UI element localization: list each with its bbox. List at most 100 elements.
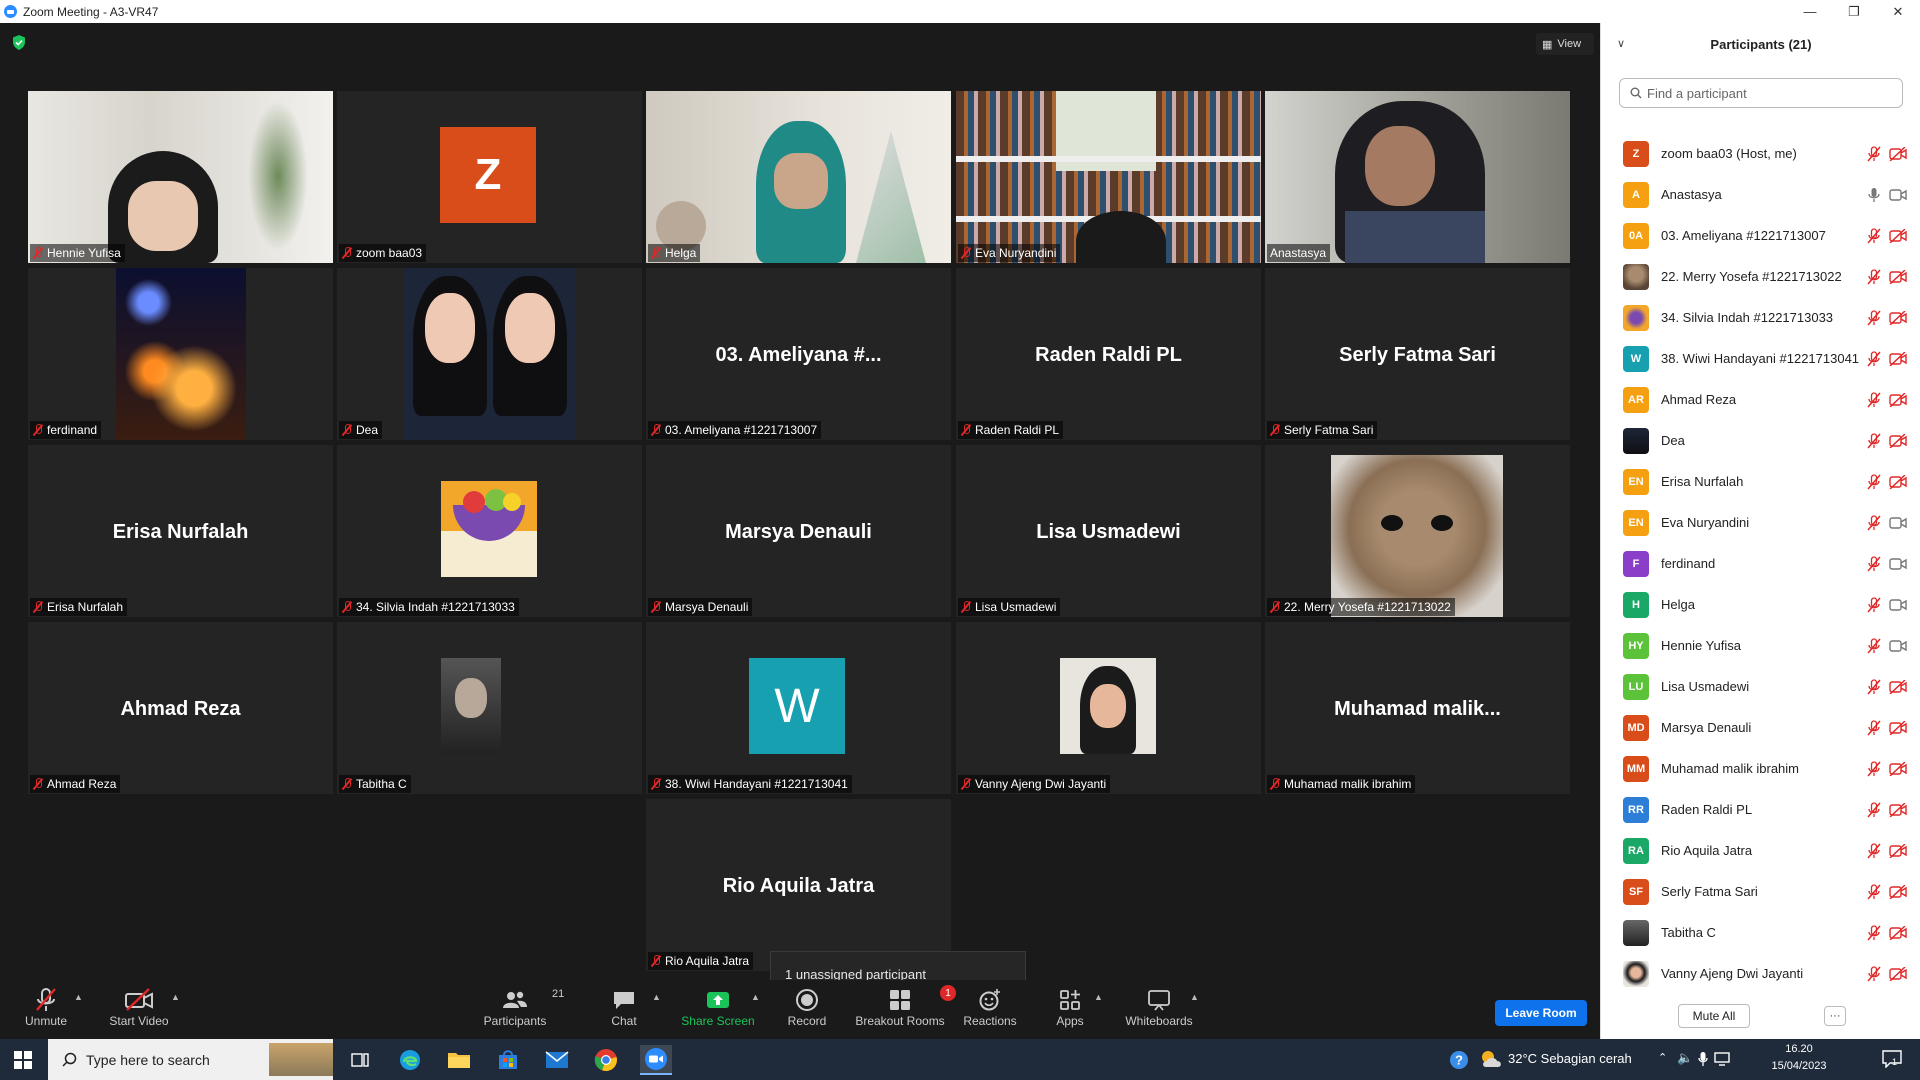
windows-start-icon[interactable] (14, 1051, 32, 1069)
camera-on-icon[interactable] (1889, 516, 1907, 530)
video-tile[interactable]: Muhamad malik... Muhamad malik ibrahim (1265, 622, 1570, 794)
weather-icon[interactable] (1480, 1049, 1504, 1069)
participant-row[interactable]: SF Serly Fatma Sari (1601, 871, 1920, 912)
share-options-caret-icon[interactable]: ▲ (751, 992, 760, 1002)
participant-row[interactable]: Tabitha C (1601, 912, 1920, 953)
start-video-button[interactable]: Start Video (106, 986, 172, 1036)
participant-row[interactable]: EN Eva Nuryandini (1601, 502, 1920, 543)
mic-muted-icon[interactable] (1867, 678, 1881, 695)
video-tile[interactable]: Helga (646, 91, 951, 263)
video-tile[interactable]: Dea (337, 268, 642, 440)
share-screen-button[interactable]: Share Screen (680, 986, 756, 1036)
camera-off-icon[interactable] (1889, 433, 1907, 448)
chat-options-caret-icon[interactable]: ▲ (652, 992, 661, 1002)
mic-muted-icon[interactable] (1867, 268, 1881, 285)
maximize-button[interactable]: ❐ (1832, 0, 1876, 23)
participant-row[interactable]: Dea (1601, 420, 1920, 461)
task-view-icon[interactable] (344, 1045, 376, 1075)
clock-date[interactable]: 15/04/2023 (1764, 1060, 1834, 1072)
video-tile[interactable]: Lisa Usmadewi Lisa Usmadewi (956, 445, 1261, 617)
participants-button[interactable]: 21 Participants (480, 986, 565, 1036)
camera-on-icon[interactable] (1889, 598, 1907, 612)
mic-muted-icon[interactable] (1867, 801, 1881, 818)
audio-options-caret-icon[interactable]: ▲ (74, 992, 83, 1002)
participant-row[interactable]: A Anastasya (1601, 174, 1920, 215)
video-tile[interactable]: Rio Aquila Jatra Rio Aquila Jatra (646, 799, 951, 971)
participant-row[interactable]: 22. Merry Yosefa #1221713022 (1601, 256, 1920, 297)
view-button[interactable]: ▦ View (1536, 33, 1594, 55)
video-tile[interactable]: Raden Raldi PL Raden Raldi PL (956, 268, 1261, 440)
mic-muted-icon[interactable] (1867, 514, 1881, 531)
clock-time[interactable]: 16.20 (1764, 1043, 1834, 1055)
mic-muted-icon[interactable] (1867, 555, 1881, 572)
mute-all-button[interactable]: Mute All (1678, 1004, 1750, 1028)
mic-muted-icon[interactable] (1867, 637, 1881, 654)
camera-off-icon[interactable] (1889, 802, 1907, 817)
camera-off-icon[interactable] (1889, 310, 1907, 325)
participant-row[interactable]: LU Lisa Usmadewi (1601, 666, 1920, 707)
whiteboard-options-caret-icon[interactable]: ▲ (1190, 992, 1199, 1002)
mic-muted-icon[interactable] (1867, 145, 1881, 162)
mic-muted-icon[interactable] (1867, 309, 1881, 326)
edge-browser-icon[interactable] (394, 1045, 426, 1075)
microsoft-store-icon[interactable] (492, 1045, 524, 1075)
mic-muted-icon[interactable] (1867, 842, 1881, 859)
camera-on-icon[interactable] (1889, 639, 1907, 653)
participant-row[interactable]: AR Ahmad Reza (1601, 379, 1920, 420)
camera-off-icon[interactable] (1889, 146, 1907, 161)
participant-row[interactable]: HY Hennie Yufisa (1601, 625, 1920, 666)
video-tile[interactable]: Erisa Nurfalah Erisa Nurfalah (28, 445, 333, 617)
mic-muted-icon[interactable] (1867, 350, 1881, 367)
video-tile[interactable]: Serly Fatma Sari Serly Fatma Sari (1265, 268, 1570, 440)
camera-off-icon[interactable] (1889, 720, 1907, 735)
camera-off-icon[interactable] (1889, 679, 1907, 694)
mic-muted-icon[interactable] (1867, 391, 1881, 408)
encryption-shield-icon[interactable] (12, 35, 26, 50)
minimize-button[interactable]: — (1788, 0, 1832, 23)
participant-row[interactable]: Zzoom baa03 (Host, me) (1601, 133, 1920, 174)
mail-icon[interactable] (541, 1045, 573, 1075)
video-tile[interactable]: 34. Silvia Indah #1221713033 (337, 445, 642, 617)
mic-muted-icon[interactable] (1867, 924, 1881, 941)
video-tile[interactable]: Anastasya (1265, 91, 1570, 263)
apps-options-caret-icon[interactable]: ▲ (1094, 992, 1103, 1002)
participant-row[interactable]: RR Raden Raldi PL (1601, 789, 1920, 830)
video-tile[interactable]: Eva Nuryandini (956, 91, 1261, 263)
camera-off-icon[interactable] (1889, 966, 1907, 981)
video-tile[interactable]: Hennie Yufisa (28, 91, 333, 263)
video-tile[interactable]: Zzoom baa03 (337, 91, 642, 263)
camera-off-icon[interactable] (1889, 843, 1907, 858)
video-tile[interactable]: Tabitha C (337, 622, 642, 794)
record-button[interactable]: Record (786, 986, 828, 1036)
camera-off-icon[interactable] (1889, 392, 1907, 407)
mic-muted-icon[interactable] (1867, 596, 1881, 613)
participant-row[interactable]: MD Marsya Denauli (1601, 707, 1920, 748)
camera-off-icon[interactable] (1889, 351, 1907, 366)
camera-off-icon[interactable] (1889, 884, 1907, 899)
video-options-caret-icon[interactable]: ▲ (171, 992, 180, 1002)
tray-overflow-chevron-icon[interactable]: ⌃ (1658, 1051, 1667, 1064)
mic-muted-icon[interactable] (1867, 432, 1881, 449)
participant-row[interactable]: H Helga (1601, 584, 1920, 625)
mic-muted-icon[interactable] (1867, 719, 1881, 736)
camera-off-icon[interactable] (1889, 474, 1907, 489)
chat-button[interactable]: Chat (606, 986, 642, 1036)
camera-off-icon[interactable] (1889, 228, 1907, 243)
unmute-button[interactable]: Unmute (20, 986, 72, 1036)
zoom-app-icon[interactable] (640, 1045, 672, 1075)
video-tile[interactable]: Marsya Denauli Marsya Denauli (646, 445, 951, 617)
participant-row[interactable]: Vanny Ajeng Dwi Jayanti (1601, 953, 1920, 994)
chrome-icon[interactable] (590, 1045, 622, 1075)
leave-room-button[interactable]: Leave Room (1495, 1000, 1587, 1026)
camera-off-icon[interactable] (1889, 269, 1907, 284)
participant-row[interactable]: Fferdinand (1601, 543, 1920, 584)
help-icon[interactable]: ? (1449, 1050, 1469, 1070)
video-tile[interactable]: Vanny Ajeng Dwi Jayanti (956, 622, 1261, 794)
participant-row[interactable]: RA Rio Aquila Jatra (1601, 830, 1920, 871)
camera-on-icon[interactable] (1889, 557, 1907, 571)
whiteboards-button[interactable]: Whiteboards (1124, 986, 1194, 1036)
video-tile[interactable]: 22. Merry Yosefa #1221713022 (1265, 445, 1570, 617)
reactions-button[interactable]: Reactions (963, 986, 1017, 1036)
find-participant-input[interactable]: Find a participant (1619, 78, 1903, 108)
mic-muted-icon[interactable] (1867, 760, 1881, 777)
